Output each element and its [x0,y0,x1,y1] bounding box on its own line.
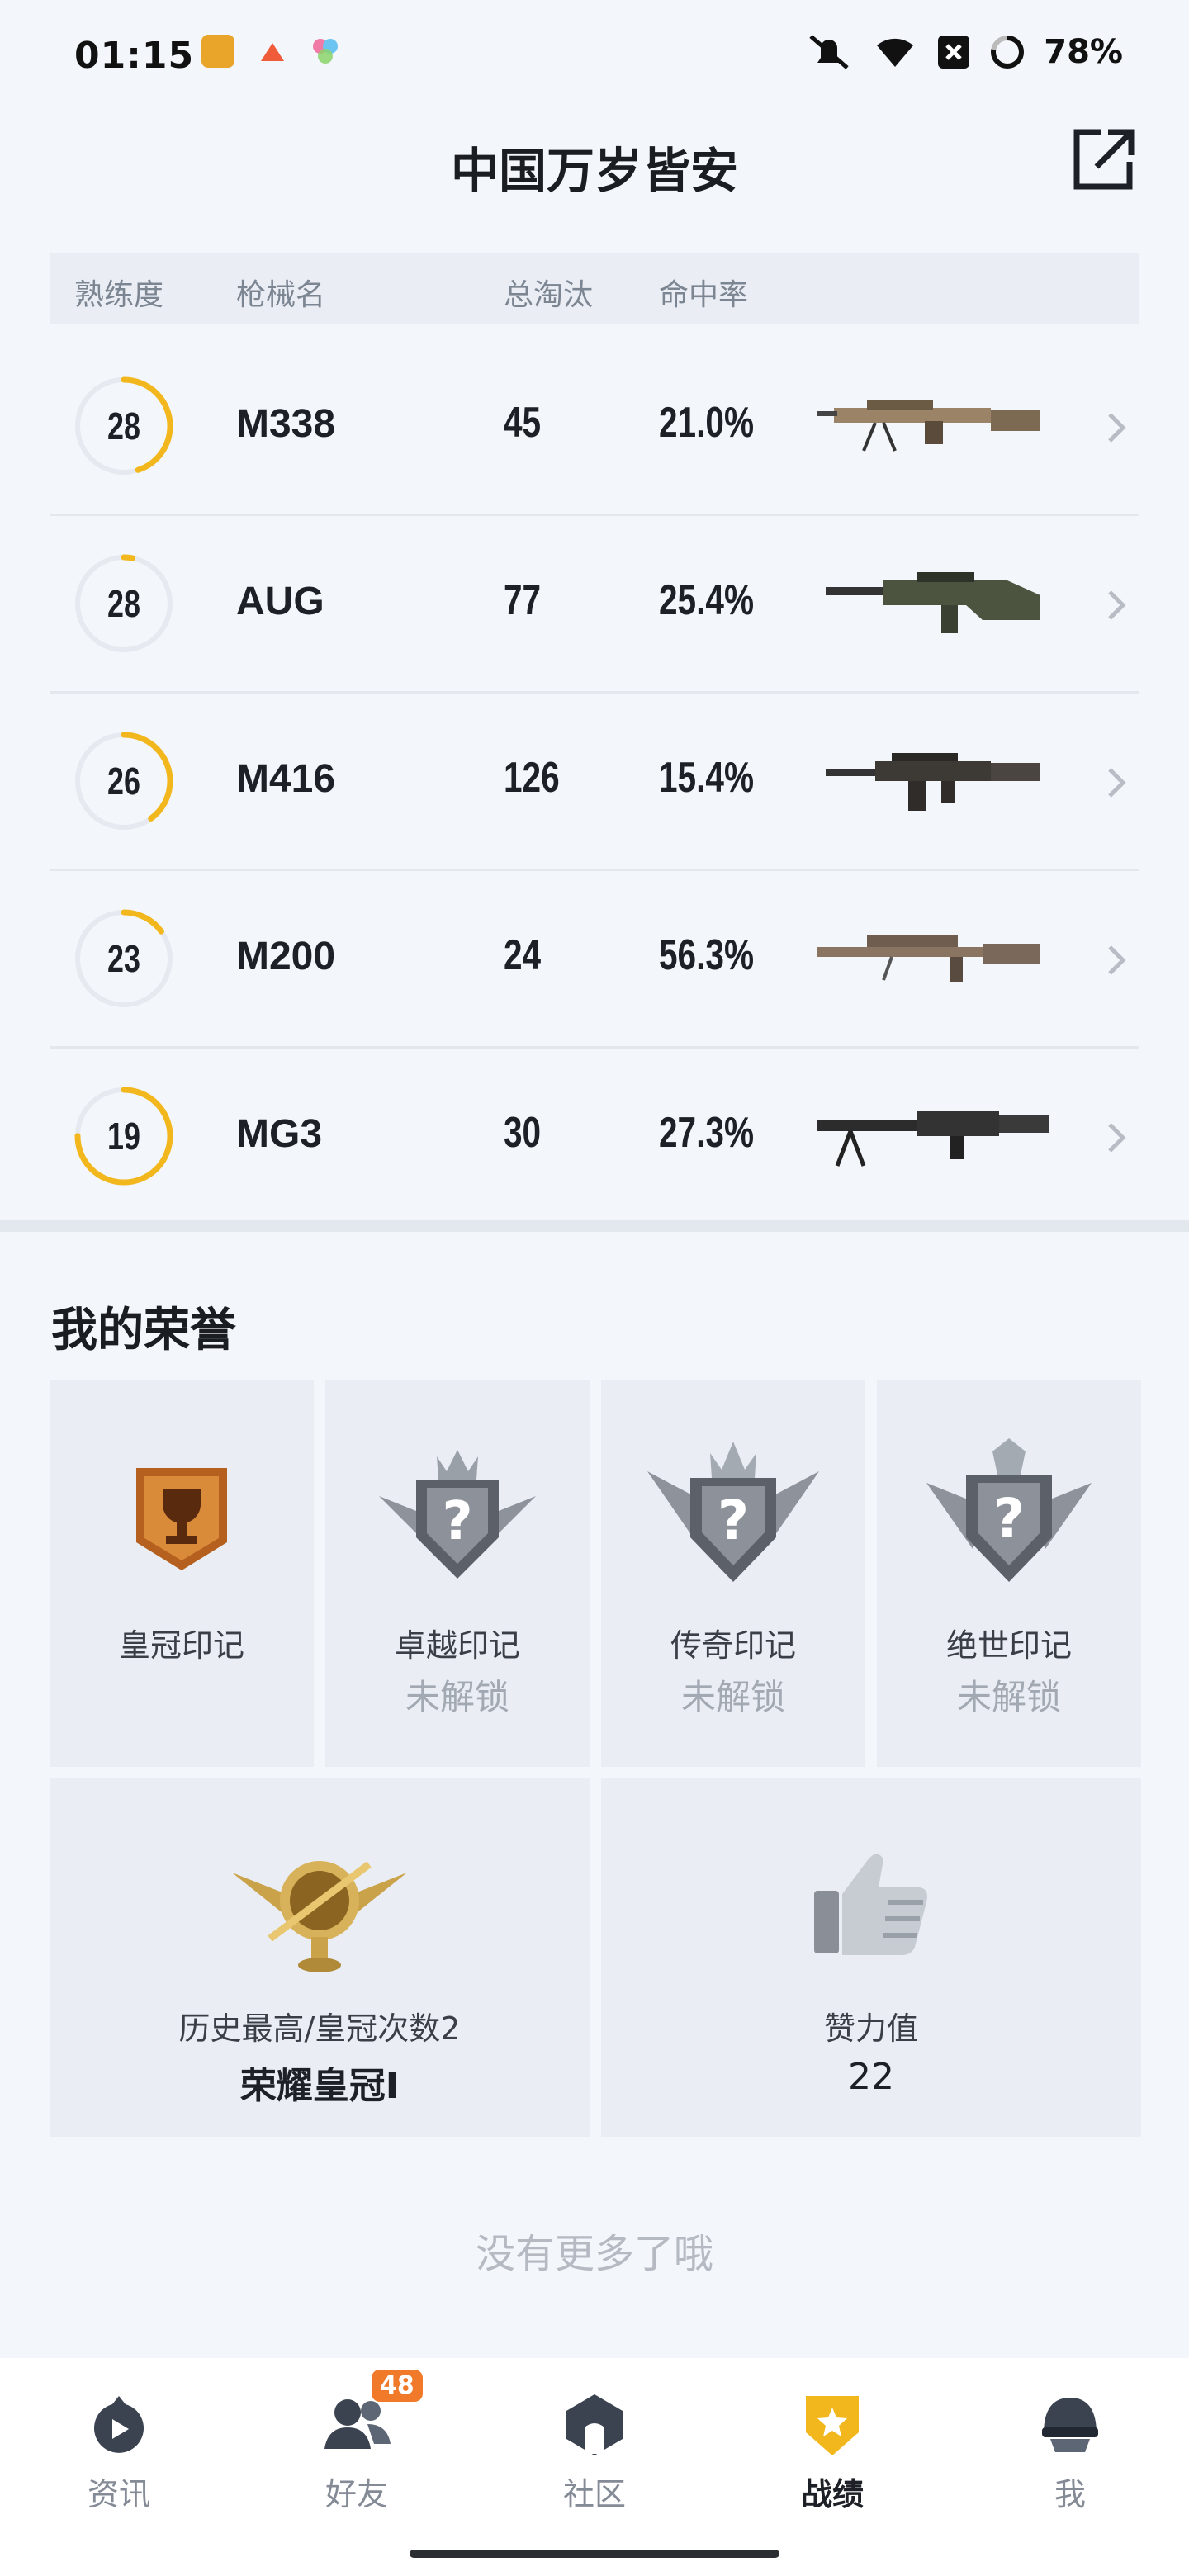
badge-status: 未解锁 [956,1677,1061,1717]
gun-name: M416 [236,757,336,801]
battery-percent: 78% [1044,33,1123,71]
app-notification-icon [309,35,342,68]
badge-card-crown[interactable]: 皇冠印记 [50,1380,314,1767]
chevron-right-icon [1108,590,1126,620]
locked-badge-icon: ? [379,1450,536,1579]
bottom-tab-bar: 资讯 48 好友 社区 战绩 我 [0,2358,1189,2576]
hit-rate: 56.3% [659,931,755,979]
table-row[interactable]: 19 MG3 30 27.3% [50,1049,1139,1224]
col-header-kills: 总淘汰 [504,278,594,312]
m416-rifle-icon [826,753,1040,811]
col-header-hit-rate: 命中率 [659,278,749,312]
mg3-machinegun-icon [817,1111,1049,1167]
kill-count: 45 [504,399,542,447]
tab-record[interactable]: 战绩 [713,2358,951,2523]
hit-rate: 15.4% [659,754,755,802]
col-header-gun-name: 枪械名 [236,278,326,312]
col-header-proficiency: 熟练度 [74,278,164,312]
community-icon [566,2394,623,2455]
kill-count: 126 [504,754,560,802]
status-bar: 01:15 78% [0,0,1189,107]
table-header: 熟练度 枪械名 总淘汰 命中率 [50,253,1139,324]
honors-title: 我的荣誉 [51,1304,236,1357]
tab-community[interactable]: 社区 [476,2358,713,2523]
profile-helmet-icon [1042,2398,1098,2452]
table-row[interactable]: 23 M200 24 56.3% [50,871,1139,1049]
likes-value: 22 [848,2056,894,2098]
badge-status: 未解锁 [680,1677,785,1717]
status-icons: 78% [804,33,1123,71]
svg-text:?: ? [993,1487,1025,1551]
app-notification-icon [201,35,234,68]
locked-badge-icon: ? [647,1442,819,1582]
kill-count: 77 [504,576,542,624]
wifi-icon [877,38,914,67]
likes-card[interactable]: 赞力值 22 [601,1778,1141,2137]
status-time: 01:15 [74,35,195,77]
table-row[interactable]: 26 M416 126 15.4% [50,694,1139,871]
crown-badge-icon [136,1468,227,1570]
chevron-right-icon [1108,945,1126,975]
highest-rank-card[interactable]: 历史最高/皇冠次数2 荣耀皇冠Ⅰ [50,1778,590,2137]
svg-text:?: ? [442,1491,472,1552]
gun-name: AUG [236,580,324,623]
badge-card-peerless[interactable]: ? 绝世印记 未解锁 [877,1380,1141,1767]
share-icon[interactable] [1068,125,1138,195]
tab-label: 战绩 [800,2476,864,2512]
table-row[interactable]: 28 M338 45 21.0% [50,339,1139,516]
gun-name: M200 [236,935,336,978]
m338-rifle-icon [817,400,1040,452]
app-notification-icon [256,35,289,68]
proficiency-level: 26 [107,760,140,803]
chevron-right-icon [1108,768,1126,798]
tab-label: 我 [1054,2476,1086,2512]
proficiency-level: 19 [107,1115,140,1158]
tab-profile[interactable]: 我 [951,2358,1189,2523]
tab-friends[interactable]: 48 好友 [238,2358,476,2523]
tab-label: 资讯 [87,2476,150,2512]
highest-rank-value: 荣耀皇冠Ⅰ [239,2065,400,2107]
aug-rifle-icon [826,572,1040,633]
hit-rate: 21.0% [659,399,755,447]
badge-name: 卓越印记 [394,1627,520,1664]
kill-count: 30 [504,1109,542,1157]
badge-card-excellence[interactable]: ? 卓越印记 未解锁 [325,1380,590,1767]
chevron-right-icon [1108,413,1126,443]
sim-icon [938,36,970,69]
page-title: 中国万岁皆安 [450,143,738,199]
mute-icon [809,35,849,69]
record-icon [806,2396,859,2455]
badge-name: 传奇印记 [670,1627,796,1664]
glory-crown-emblem-icon [232,1861,407,1972]
badge-name: 皇冠印记 [118,1627,244,1664]
tab-label: 好友 [324,2476,388,2512]
badge-name: 绝世印记 [945,1627,1072,1664]
badge-card-legend[interactable]: ? 传奇印记 未解锁 [601,1380,865,1767]
proficiency-level: 28 [107,582,140,625]
kill-count: 24 [504,931,542,979]
proficiency-level: 28 [107,405,140,447]
table-row[interactable]: 28 AUG 77 25.4% [50,516,1139,694]
thumbs-up-icon [814,1854,927,1955]
gun-name: M338 [236,402,336,446]
highest-rank-label: 历史最高/皇冠次数2 [178,2010,461,2047]
end-of-list-text: 没有更多了哦 [475,2231,713,2277]
home-indicator[interactable] [410,2550,779,2558]
tab-news[interactable]: 资讯 [0,2358,238,2523]
news-icon [94,2396,144,2453]
friends-count-badge: 48 [372,2370,423,2402]
m200-sniper-icon [817,935,1040,982]
battery-ring-icon [991,36,1025,69]
gun-name: MG3 [236,1112,323,1156]
chevron-right-icon [1108,1123,1126,1153]
locked-badge-icon: ? [926,1438,1092,1582]
badge-status: 未解锁 [405,1677,509,1717]
likes-label: 赞力值 [823,2010,918,2047]
hit-rate: 27.3% [659,1109,755,1157]
tab-label: 社区 [562,2476,626,2512]
section-divider [0,1220,1189,1232]
hit-rate: 25.4% [659,576,755,624]
svg-text:?: ? [718,1489,749,1552]
proficiency-level: 23 [107,937,140,980]
